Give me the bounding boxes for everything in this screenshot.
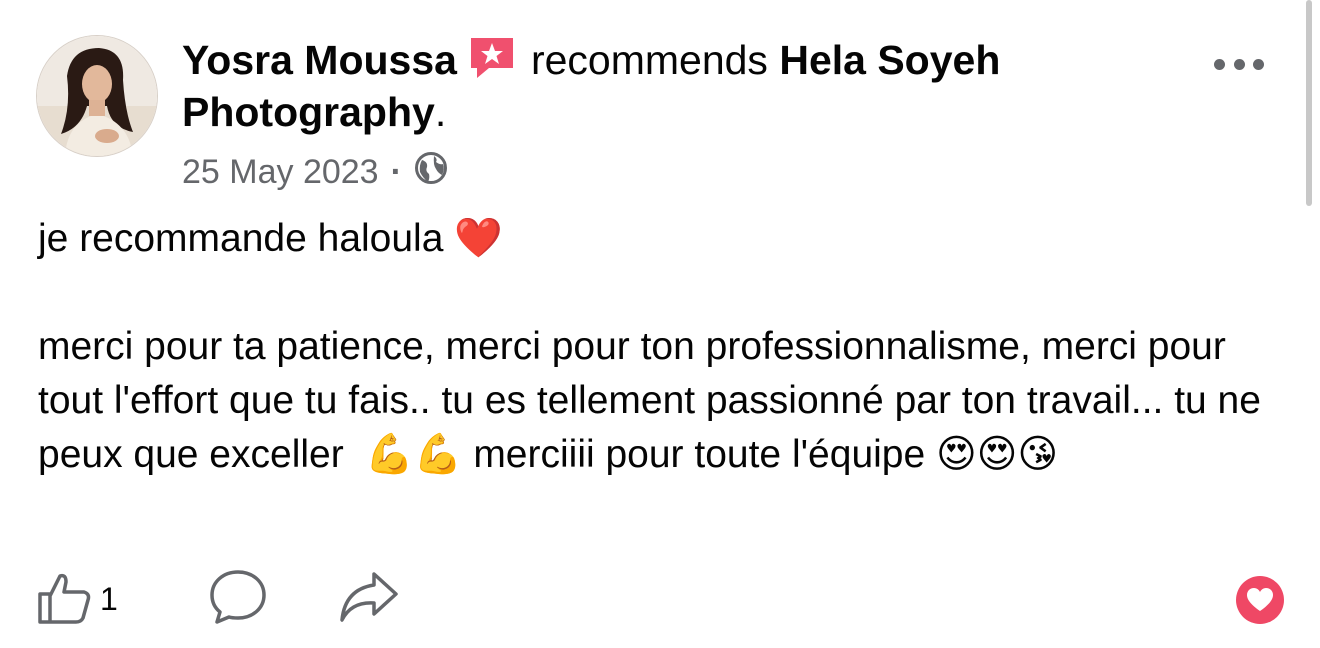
comment-icon xyxy=(208,568,268,631)
post-date[interactable]: 25 May 2023 xyxy=(182,153,379,192)
author-name[interactable]: Yosra Moussa xyxy=(182,37,457,83)
recommendation-icon xyxy=(467,34,517,82)
like-button[interactable]: 1 xyxy=(36,568,118,631)
action-text: recommends xyxy=(530,37,768,83)
comment-button[interactable] xyxy=(208,568,268,631)
share-button[interactable] xyxy=(338,568,400,631)
post-body: je recommande haloula ❤️ merci pour ta p… xyxy=(38,217,1261,476)
post-header: Yosra Moussa recommends Hela Soyeh Photo… xyxy=(182,34,1192,138)
love-reaction-icon[interactable] xyxy=(1236,576,1284,624)
more-options-icon[interactable] xyxy=(1214,52,1264,76)
globe-icon xyxy=(414,151,448,194)
post-meta: 25 May 2023 · xyxy=(182,150,448,194)
thumbs-up-icon xyxy=(36,568,94,631)
like-count: 1 xyxy=(100,581,118,617)
share-icon xyxy=(338,568,400,631)
author-avatar[interactable] xyxy=(36,35,158,157)
meta-separator: · xyxy=(390,152,402,191)
period: . xyxy=(434,89,447,135)
scrollbar[interactable] xyxy=(1306,0,1312,206)
